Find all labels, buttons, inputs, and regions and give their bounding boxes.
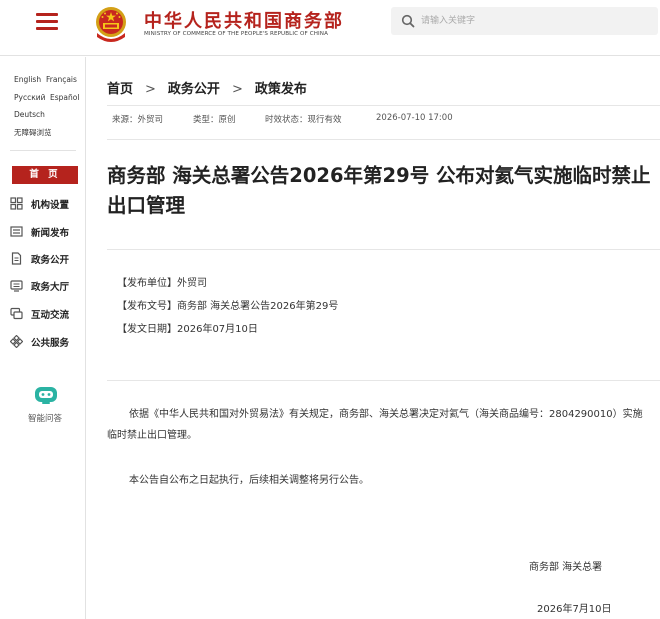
meta-date: 2026-07-10 17:00: [376, 113, 453, 123]
lang-german[interactable]: Deutsch: [14, 110, 45, 119]
lang-french[interactable]: Français: [46, 75, 77, 84]
service-icon: [10, 335, 23, 348]
hamburger-menu-icon[interactable]: [36, 13, 58, 31]
breadcrumb-home[interactable]: 首页: [107, 82, 133, 97]
meta-source: 来源：外贸司: [112, 115, 164, 125]
breadcrumb-public-affairs[interactable]: 政务公开: [168, 82, 220, 97]
article-paragraph: 依据《中华人民共和国对外贸易法》有关规定，商务部、海关总署决定对氦气（海关商品编…: [107, 409, 643, 441]
assistant-label[interactable]: 智能问答: [28, 412, 62, 424]
site-logo-text[interactable]: 中华人民共和国商务部: [144, 7, 344, 33]
sidebar-item-service[interactable]: 公共服务: [10, 333, 84, 351]
search-input[interactable]: [421, 11, 641, 31]
org-chart-icon: [10, 197, 23, 210]
info-publisher: 【发布单位】外贸司: [117, 278, 207, 289]
info-issue-date: 【发文日期】2026年07月10日: [117, 324, 258, 335]
divider: [10, 150, 76, 151]
breadcrumb-policy[interactable]: 政策发布: [255, 82, 307, 97]
accessibility-link[interactable]: 无障碍浏览: [14, 127, 52, 138]
sidebar-item-interact[interactable]: 互动交流: [10, 305, 84, 323]
lang-english[interactable]: English: [14, 75, 41, 84]
sidebar-item-label: 新闻发布: [31, 228, 70, 239]
divider: [107, 105, 660, 106]
assistant-robot-icon[interactable]: [33, 384, 59, 406]
divider: [107, 249, 660, 250]
site-logo-subtitle: MINISTRY OF COMMERCE OF THE PEOPLE'S REP…: [144, 31, 329, 37]
article-title: 商务部 海关总署公告2026年第29号 公布对氦气实施临时禁止出口管理: [107, 164, 651, 217]
site-header: 中华人民共和国商务部 MINISTRY OF COMMERCE OF THE P…: [0, 0, 660, 56]
lang-spanish[interactable]: Español: [50, 93, 79, 102]
national-emblem-icon: [96, 7, 126, 42]
news-icon: [10, 226, 23, 237]
divider: [107, 139, 660, 140]
meta-type: 类型：原创: [193, 115, 236, 125]
home-button[interactable]: 首 页: [12, 166, 78, 184]
sidebar-item-public[interactable]: 政务公开: [10, 250, 84, 268]
search-box: [391, 7, 658, 35]
sidebar-item-label: 政务大厅: [31, 282, 70, 293]
document-icon: [11, 252, 22, 265]
sidebar-item-org[interactable]: 机构设置: [10, 195, 84, 213]
sidebar-item-hall[interactable]: 政务大厅: [10, 277, 84, 295]
divider: [107, 380, 660, 381]
sidebar-item-news[interactable]: 新闻发布: [10, 223, 84, 241]
info-doc-number: 【发布文号】商务部 海关总署公告2026年第29号: [117, 301, 339, 312]
article-sign-date: 2026年7月10日: [537, 604, 612, 615]
sidebar-item-label: 互动交流: [31, 310, 70, 321]
chat-icon: [10, 307, 23, 320]
breadcrumb-separator: >: [231, 82, 243, 97]
search-icon[interactable]: [401, 14, 415, 28]
sidebar-item-label: 公共服务: [31, 338, 70, 349]
hall-icon: [10, 280, 23, 292]
breadcrumb: 首页 > 政务公开 > 政策发布: [107, 78, 307, 97]
meta-status: 时效状态：现行有效: [265, 115, 342, 125]
article-paragraph: 本公告自公布之日起执行，后续相关调整将另行公告。: [129, 475, 369, 486]
sidebar-item-label: 机构设置: [31, 200, 70, 211]
breadcrumb-separator: >: [145, 82, 156, 97]
sidebar: English Français Русский Español Deutsch…: [0, 57, 86, 619]
sidebar-item-label: 政务公开: [31, 255, 70, 266]
lang-russian[interactable]: Русский: [14, 93, 46, 102]
article-signature: 商务部 海关总署: [529, 562, 603, 573]
